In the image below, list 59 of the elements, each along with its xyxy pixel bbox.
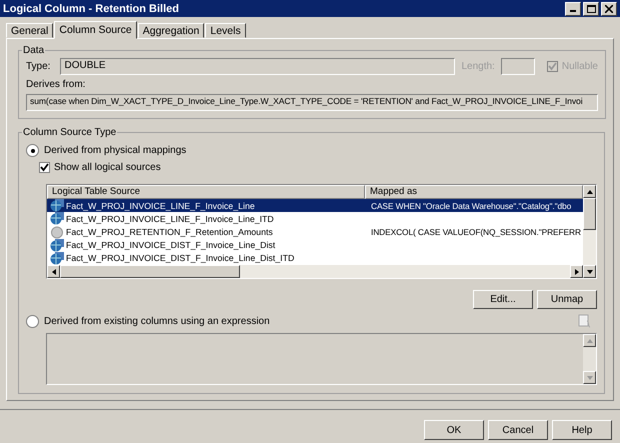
table-row[interactable]: Fact_W_PROJ_RETENTION_F_Retention_Amounts INDEXCOL( CASE VALUEOF(NQ_SESSION."PREFERR <box>47 225 583 239</box>
source-name: Fact_W_PROJ_INVOICE_DIST_F_Invoice_Line_Dist <box>66 240 276 250</box>
mapping-expression: INDEXCOL( CASE VALUEOF(NQ_SESSION."PREFERR <box>370 227 582 237</box>
dialog-button[interactable]: Help <box>552 420 612 440</box>
close-button[interactable] <box>601 2 617 16</box>
down-arrow-icon <box>586 270 592 274</box>
physical-radio[interactable]: Derived from physical mappings <box>26 144 597 157</box>
scroll-right-button[interactable] <box>570 265 583 278</box>
mapping-expression: CASE WHEN "Oracle Data Warehouse"."Catalog"."dbo <box>370 200 572 211</box>
group-title: Column Source Type <box>22 127 118 138</box>
vertical-scrollbar[interactable] <box>583 185 596 278</box>
tab[interactable]: Levels <box>205 23 246 38</box>
group-title: Data <box>22 45 46 56</box>
minimize-icon <box>570 10 576 12</box>
table-row[interactable]: Fact_W_PROJ_INVOICE_LINE_F_Invoice_Line_ITD <box>47 212 583 226</box>
type-label: Type: <box>26 61 50 72</box>
tab[interactable]: General <box>6 23 54 38</box>
column-header[interactable]: Mapped as <box>365 185 583 199</box>
derives-label: Derives from: <box>26 79 86 90</box>
check-icon <box>40 163 49 172</box>
action-button[interactable]: Unmap <box>537 290 597 309</box>
close-icon <box>605 4 613 12</box>
length-field[interactable] <box>500 58 535 75</box>
minimize-button[interactable] <box>565 2 581 16</box>
expression-radio[interactable]: Derived from existing columns using an expression <box>26 314 270 328</box>
up-arrow-icon <box>586 190 592 194</box>
source-name: Fact_W_PROJ_INVOICE_LINE_F_Invoice_Line_ITD <box>66 214 274 224</box>
source-name: Fact_W_PROJ_INVOICE_LINE_F_Invoice_Line <box>66 200 255 211</box>
window-title: Logical Column - Retention Billed <box>3 2 179 14</box>
down-arrow-icon <box>586 376 592 380</box>
up-arrow-icon <box>586 338 592 342</box>
horizontal-scrollbar[interactable] <box>47 265 583 278</box>
tab[interactable]: Aggregation <box>138 23 204 38</box>
maximize-icon <box>586 4 596 12</box>
type-field[interactable]: DOUBLE <box>60 58 456 75</box>
dialog-button[interactable]: Cancel <box>488 420 548 440</box>
vertical-scrollbar[interactable] <box>583 334 596 384</box>
show-all-checkbox[interactable]: Show all logical sources <box>39 162 597 173</box>
scroll-up-button[interactable] <box>583 185 596 198</box>
source-name: Fact_W_PROJ_RETENTION_F_Retention_Amounts <box>66 227 273 237</box>
source-name: Fact_W_PROJ_INVOICE_DIST_F_Invoice_Line_Dist_ITD <box>66 253 294 264</box>
dialog-button[interactable]: OK <box>424 420 484 440</box>
maximize-button[interactable] <box>583 2 599 16</box>
derives-field[interactable]: sum(case when Dim_W_XACT_TYPE_D_Invoice_Line_Type.W_XACT_TYPE_CODE = 'RETENTION' and Fact_W_PROJ_INVOICE_LINE_F_Invoi <box>26 94 598 111</box>
scroll-down-button[interactable] <box>583 371 596 384</box>
left-arrow-icon <box>52 268 56 275</box>
right-arrow-icon <box>574 268 578 275</box>
length-label: Length: <box>461 61 495 72</box>
scroll-up-button[interactable] <box>583 334 596 347</box>
table-row[interactable]: Fact_W_PROJ_INVOICE_DIST_F_Invoice_Line_Dist_ITD <box>47 252 583 266</box>
column-header[interactable]: Logical Table Source <box>47 185 365 199</box>
action-button[interactable]: Edit... <box>473 290 533 309</box>
expression-field[interactable] <box>46 333 597 385</box>
scroll-down-button[interactable] <box>583 265 596 278</box>
table-row[interactable]: Fact_W_PROJ_INVOICE_LINE_F_Invoice_Line CASE WHEN "Oracle Data Warehouse"."Catalog"."dbo <box>47 199 583 212</box>
scroll-left-button[interactable] <box>47 265 60 278</box>
check-icon <box>548 62 557 71</box>
tab[interactable]: Column Source <box>54 21 137 39</box>
table-row[interactable]: Fact_W_PROJ_INVOICE_DIST_F_Invoice_Line_Dist <box>47 238 583 252</box>
